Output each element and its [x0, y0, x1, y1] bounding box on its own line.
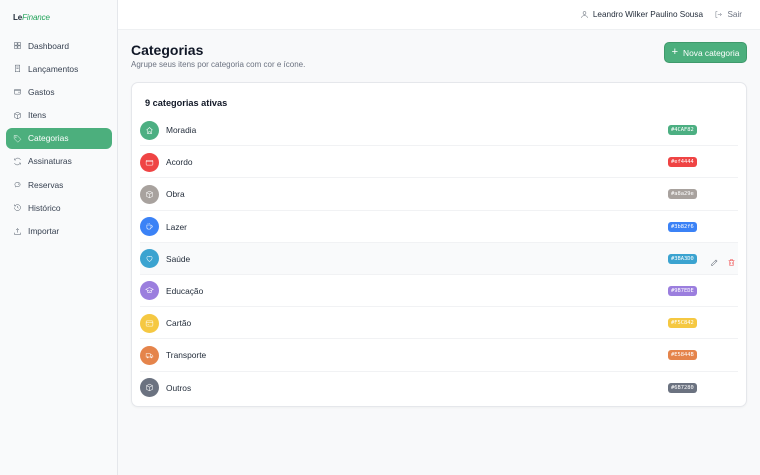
user-menu[interactable]: Leandro Wilker Paulino Sousa	[580, 10, 703, 19]
home-icon	[146, 126, 153, 134]
card-icon	[145, 320, 154, 327]
sidebar-item-lancamentos[interactable]: Lançamentos	[6, 58, 112, 79]
category-icon-circle	[140, 120, 159, 140]
wallet-icon	[14, 89, 21, 95]
category-name: Moradia	[166, 125, 197, 135]
categories-count: 9 categorias ativas	[145, 98, 228, 108]
category-icon-circle	[140, 152, 159, 172]
sidebar-item-label: Categorias	[28, 133, 69, 144]
category-row[interactable]: Lazer #3b82f6	[140, 211, 738, 243]
sidebar-item-gastos[interactable]: Gastos	[6, 81, 112, 102]
category-row[interactable]: Outros #6B7280	[140, 372, 738, 404]
category-name: Educação	[166, 285, 204, 296]
edit-button[interactable]	[710, 254, 720, 266]
topbar: Leandro Wilker Paulino Sousa Sair	[118, 0, 760, 30]
categories-list: Moradia #4CAF82 Acordo #ef4444 Obra #a8a29e La…	[132, 114, 746, 404]
logout-icon	[716, 11, 723, 18]
logout-button[interactable]: Sair	[714, 10, 742, 19]
sidebar-item-label: Histórico	[28, 202, 61, 213]
box-icon	[146, 190, 153, 199]
trash-icon	[728, 259, 735, 266]
heart-icon	[146, 256, 153, 263]
category-row[interactable]: Educação #9B7EDE	[140, 275, 738, 308]
plus-icon: +	[671, 46, 679, 58]
piggy-bank-icon	[14, 182, 21, 188]
app-logo[interactable]: LeFinance	[13, 13, 50, 22]
new-category-label: Nova categoria	[683, 47, 740, 58]
color-badge: #ef4444	[668, 157, 697, 168]
dashboard-icon	[14, 42, 21, 49]
category-name: Transporte	[166, 350, 207, 361]
logout-label: Sair	[727, 10, 742, 19]
category-icon-circle	[140, 249, 159, 269]
user-icon	[581, 11, 588, 18]
upload-icon	[14, 227, 21, 235]
sidebar: LeFinance Dashboard Lançamentos Gastos Iten…	[0, 0, 118, 475]
category-icon-circle	[140, 378, 159, 397]
truck-icon	[145, 353, 154, 359]
sidebar-item-assinaturas[interactable]: Assinaturas	[6, 151, 112, 172]
sidebar-item-dashboard[interactable]: Dashboard	[6, 35, 112, 56]
category-row[interactable]: Acordo #ef4444	[140, 146, 738, 179]
sidebar-item-label: Importar	[28, 226, 60, 236]
category-icon-circle	[140, 345, 159, 365]
color-badge: #a8a29e	[668, 189, 697, 200]
color-badge: #6B7280	[668, 382, 697, 393]
category-name: Lazer	[166, 221, 187, 232]
category-icon-circle	[140, 217, 159, 237]
color-badge: #3BA3D0	[668, 253, 697, 264]
color-badge: #3b82f6	[668, 221, 697, 232]
coffee-icon	[146, 223, 153, 230]
sidebar-item-itens[interactable]: Itens	[6, 105, 112, 126]
category-name: Saúde	[166, 253, 191, 264]
sidebar-item-label: Assinaturas	[28, 156, 72, 167]
pencil-icon	[711, 259, 718, 266]
category-icon-circle	[140, 281, 159, 301]
category-name: Outros	[166, 382, 192, 393]
history-icon	[14, 204, 21, 212]
category-row[interactable]: Cartão #F5C842	[140, 307, 738, 340]
category-row[interactable]: Transporte #E5844B	[140, 339, 738, 372]
category-row[interactable]: Saúde #3BA3D0	[140, 242, 738, 275]
refresh-icon	[14, 157, 21, 166]
sidebar-item-label: Gastos	[28, 86, 55, 97]
sidebar-item-label: Itens	[28, 110, 47, 121]
page-title: Categorias	[131, 42, 204, 58]
credit-card-icon	[145, 159, 154, 166]
color-badge: #9B7EDE	[668, 285, 697, 296]
sidebar-nav: Dashboard Lançamentos Gastos Itens Categoria…	[6, 35, 112, 244]
graduation-cap-icon	[145, 287, 154, 294]
category-name: Obra	[166, 189, 185, 200]
sidebar-item-label: Dashboard	[28, 40, 69, 51]
sidebar-item-historico[interactable]: Histórico	[6, 197, 112, 218]
package-icon	[146, 383, 153, 392]
sidebar-item-label: Lançamentos	[28, 63, 79, 74]
color-badge: #F5C842	[668, 318, 697, 329]
color-badge: #E5844B	[668, 350, 697, 361]
sidebar-item-importar[interactable]: Importar	[6, 221, 112, 242]
page-subtitle: Agrupe seus itens por categoria com cor …	[131, 60, 306, 69]
category-name: Cartão	[166, 318, 192, 329]
box-icon	[14, 111, 21, 119]
category-row[interactable]: Obra #a8a29e	[140, 178, 738, 211]
delete-button[interactable]	[727, 254, 737, 266]
category-row[interactable]: Moradia #4CAF82	[140, 114, 738, 147]
color-badge: #4CAF82	[668, 125, 697, 135]
category-name: Acordo	[166, 157, 193, 168]
tag-icon	[13, 135, 22, 143]
new-category-button[interactable]: + Nova categoria	[664, 42, 747, 63]
category-icon-circle	[140, 184, 159, 204]
user-name: Leandro Wilker Paulino Sousa	[592, 10, 703, 19]
sidebar-item-categorias[interactable]: Categorias	[6, 127, 112, 149]
sidebar-item-reservas[interactable]: Reservas	[6, 174, 112, 195]
category-icon-circle	[140, 313, 159, 333]
receipt-icon	[15, 65, 20, 73]
categories-card: 9 categorias ativas Moradia #4CAF82 Acordo…	[131, 82, 747, 407]
sidebar-item-label: Reservas	[28, 179, 64, 190]
